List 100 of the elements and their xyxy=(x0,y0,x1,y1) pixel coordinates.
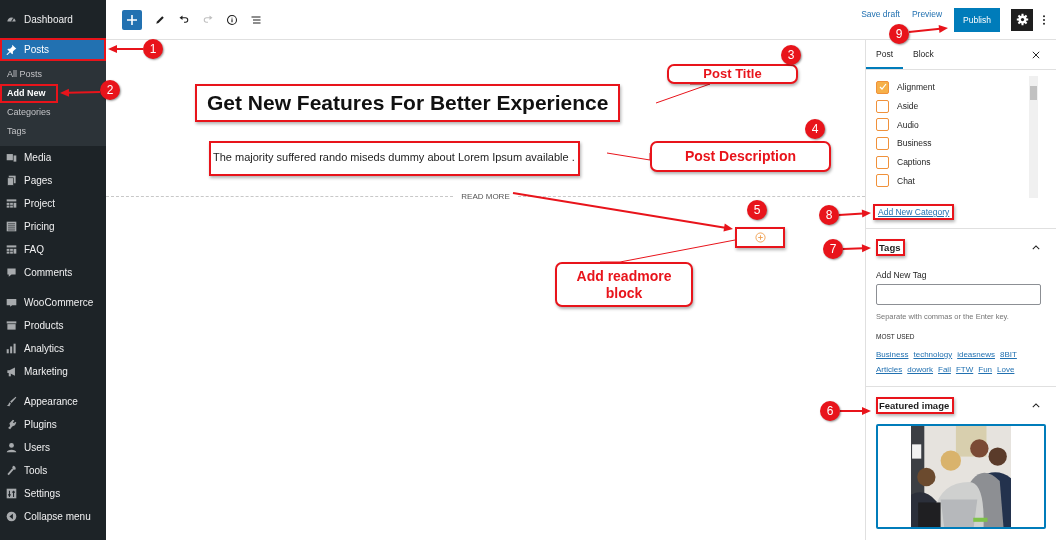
submenu-item[interactable]: Tags xyxy=(0,122,106,141)
list-view-icon[interactable] xyxy=(250,13,262,26)
pages-icon xyxy=(6,175,17,186)
menu-item[interactable]: Analytics xyxy=(0,337,106,360)
post-title[interactable]: Get New Features For Better Experience xyxy=(195,84,621,122)
save-draft-link[interactable]: Save draft xyxy=(861,8,900,19)
annotation-arrow xyxy=(60,88,101,97)
category-label: Chat xyxy=(897,175,915,186)
submenu-item[interactable]: Add New xyxy=(0,84,58,103)
leader-line xyxy=(655,83,711,104)
chevron-icon[interactable] xyxy=(1032,403,1040,408)
callout: Post Title xyxy=(667,64,798,84)
preview-link[interactable]: Preview xyxy=(911,8,943,19)
bar-chart-icon xyxy=(6,343,17,354)
bubble-icon xyxy=(6,297,17,308)
menu-item[interactable]: Users xyxy=(0,436,106,459)
menu-item[interactable]: Products xyxy=(0,314,106,337)
settings-button[interactable] xyxy=(1011,8,1033,31)
tag-link[interactable]: Articles xyxy=(876,365,903,374)
menu-item[interactable]: Settings xyxy=(0,482,106,505)
menu-item[interactable]: FAQ xyxy=(0,238,106,261)
tag-link[interactable]: Fail xyxy=(938,365,951,374)
gear-icon xyxy=(1015,13,1029,26)
tag-link[interactable]: Fun xyxy=(978,365,993,374)
category-label: Audio xyxy=(897,119,919,130)
collapse-icon xyxy=(6,511,17,522)
step-badge: 9 xyxy=(889,24,909,44)
annotation-arrow xyxy=(838,209,871,218)
tag-link[interactable]: ideasnews xyxy=(957,350,995,359)
step-badge: 1 xyxy=(143,39,163,59)
wrench-icon xyxy=(6,465,17,476)
annotation-arrow xyxy=(108,45,144,53)
menu-item[interactable]: Comments xyxy=(0,261,106,284)
checkbox[interactable] xyxy=(876,80,889,94)
plug-icon xyxy=(6,419,17,430)
info-icon[interactable] xyxy=(226,13,238,26)
menu-item[interactable]: Pages xyxy=(0,169,106,192)
submenu-item[interactable]: Categories xyxy=(0,103,106,122)
menu-item[interactable]: Tools xyxy=(0,459,106,482)
menu-item[interactable]: Marketing xyxy=(0,360,106,383)
category-label: Business xyxy=(897,138,932,149)
tag-link[interactable]: technology xyxy=(913,350,953,359)
chevron-icon[interactable] xyxy=(1032,245,1040,250)
menu-item[interactable]: Posts xyxy=(0,38,106,61)
menu-item[interactable]: Media xyxy=(0,146,106,169)
tag-link[interactable]: Love xyxy=(997,365,1015,374)
add-category-link[interactable]: Add New Category xyxy=(873,204,955,220)
tag-link[interactable]: Business xyxy=(876,350,909,359)
pin-icon xyxy=(6,44,17,55)
grid-icon xyxy=(6,198,17,209)
post-description[interactable]: The majority suffered rando miseds dummy about Lorem Ipsum available . xyxy=(209,141,580,176)
checkbox[interactable] xyxy=(876,174,889,188)
menu-item[interactable]: Project xyxy=(0,192,106,215)
menu-item[interactable]: WooCommerce xyxy=(0,291,106,314)
checkbox[interactable] xyxy=(876,99,889,113)
step-badge: 2 xyxy=(100,80,120,100)
menu-item[interactable]: Pricing xyxy=(0,215,106,238)
featured-image-frame[interactable] xyxy=(876,424,1046,529)
speech-bubble-icon xyxy=(6,267,17,278)
step-badge: 7 xyxy=(823,239,843,259)
more-options-icon[interactable] xyxy=(1042,13,1046,26)
user-icon xyxy=(6,442,17,453)
annotation-arrow xyxy=(839,407,871,415)
step-badge: 5 xyxy=(747,200,767,220)
checkbox[interactable] xyxy=(876,118,889,132)
callout: Post Description xyxy=(650,141,831,172)
section-title[interactable]: Tags xyxy=(876,239,906,256)
megaphone-icon xyxy=(6,366,17,377)
callout: Add readmore block xyxy=(555,262,693,307)
gauge-icon xyxy=(6,14,17,25)
list-icon xyxy=(6,221,17,232)
leader-line xyxy=(606,152,651,161)
tag-link[interactable]: 8BIT xyxy=(1000,350,1017,359)
paintbrush-icon xyxy=(6,396,17,407)
menu-item[interactable]: Collapse menu xyxy=(0,505,106,528)
close-icon[interactable] xyxy=(1032,50,1040,59)
section-title[interactable]: Featured image xyxy=(876,397,955,414)
category-label: Alignment xyxy=(897,82,935,93)
tag-link[interactable]: FTW xyxy=(955,365,974,374)
pencil-icon[interactable] xyxy=(154,13,166,26)
undo-icon[interactable] xyxy=(178,13,190,26)
tag-link[interactable]: dowork xyxy=(907,365,934,374)
checkbox[interactable] xyxy=(876,136,889,150)
publish-button[interactable]: Publish xyxy=(954,7,1000,32)
photo-icon xyxy=(6,152,17,163)
add-block-area[interactable] xyxy=(735,227,785,248)
menu-item[interactable]: Appearance xyxy=(0,390,106,413)
category-label: Captions xyxy=(897,157,931,168)
grid-icon xyxy=(6,244,17,255)
annotation-arrow xyxy=(908,24,948,33)
read-more-divider-label: READ MORE xyxy=(461,192,510,201)
add-block-button[interactable] xyxy=(122,9,142,30)
menu-item[interactable]: Plugins xyxy=(0,413,106,436)
scrollbar[interactable] xyxy=(1029,76,1038,198)
checkbox[interactable] xyxy=(876,155,889,169)
step-badge: 3 xyxy=(781,45,801,65)
menu-item[interactable]: Dashboard xyxy=(0,8,106,31)
archive-box-icon xyxy=(6,320,17,331)
tag-input-field[interactable] xyxy=(876,284,1041,305)
step-badge: 8 xyxy=(819,205,839,225)
